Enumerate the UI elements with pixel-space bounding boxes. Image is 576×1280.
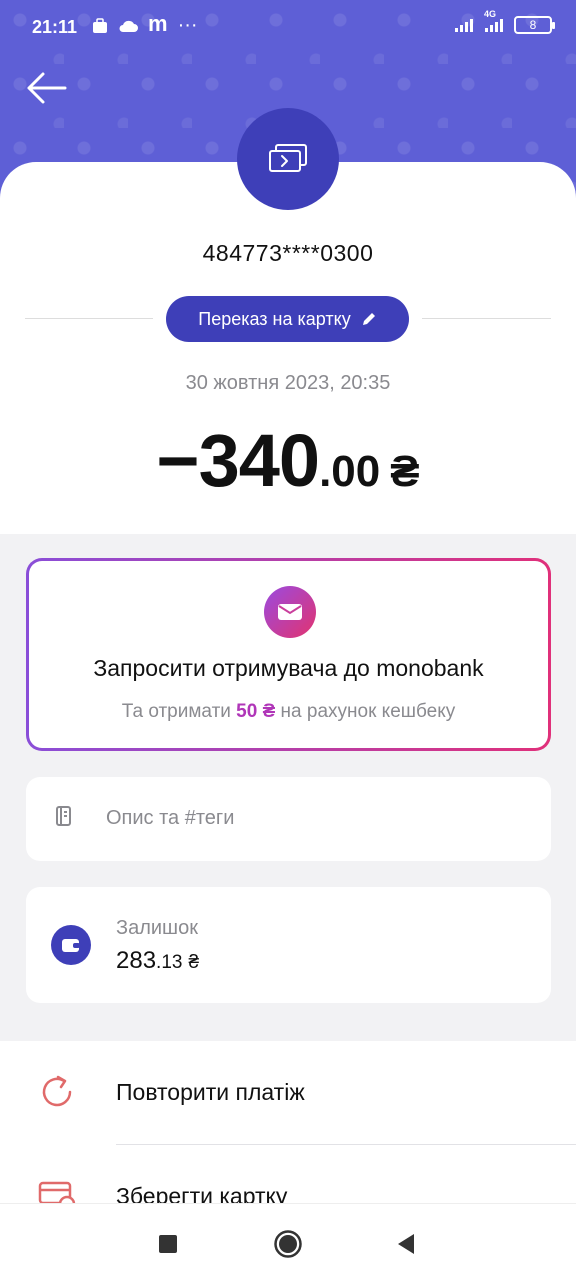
system-navigation-bar [0,1203,576,1280]
invite-card-inner: Запросити отримувача до monobank Та отри… [29,561,548,748]
monobank-status-icon: m [148,10,168,36]
save-card-label: Зберегти картку [116,1183,288,1203]
pencil-icon [362,313,375,325]
invite-sub-before: Та отримати [121,701,237,722]
balance-label: Залишок [116,917,198,939]
triangle-back-icon [398,1234,414,1254]
amount-decimal: .00 [319,447,381,496]
description-placeholder: Опис та #теги [106,807,235,829]
back-button[interactable] [22,66,70,110]
transaction-datetime: 30 жовтня 2023, 20:35 [185,372,391,394]
home-button[interactable] [270,1226,306,1262]
circle-icon [274,1230,302,1258]
card-transfer-icon [269,144,307,172]
save-card-icon [38,1181,76,1203]
arrow-left-icon [27,72,67,104]
amount-currency: ₴ [390,447,420,496]
repeat-payment-label: Повторити платіж [116,1079,305,1105]
battery-icon: 8 [514,16,555,34]
balance-currency: ₴ [188,952,200,973]
invite-subtitle: Та отримати 50 ₴ на рахунок кешбеку [29,701,548,723]
invite-title: Запросити отримувача до monobank [93,655,484,681]
recent-apps-button[interactable] [150,1226,186,1262]
envelope-icon [264,586,316,638]
invite-recipient-card[interactable]: Запросити отримувача до monobank Та отри… [26,558,551,751]
cloud-icon [118,19,138,33]
signal-icon [454,17,476,33]
network-type: 4G [484,9,497,19]
repeat-payment-action[interactable]: Повторити платіж [0,1041,576,1145]
divider-left [25,318,153,319]
balance-integer: 283 [116,947,157,974]
repeat-icon [42,1075,72,1107]
status-icons-left: m ··· [92,10,198,37]
category-label: Переказ на картку [198,308,351,329]
invite-cashback-amount: 50 ₴ [236,701,276,722]
invite-sub-after: на рахунок кешбеку [275,701,456,722]
recipient-card-number: 484773****0300 [202,240,374,266]
signal-4g-icon: 4G [484,9,506,33]
square-icon [159,1235,177,1253]
save-card-action[interactable]: Зберегти картку [0,1145,576,1203]
status-bar: 21:11 m ··· 4G 8 [0,0,576,56]
amount-integer: −340 [156,419,320,502]
battery-level: 8 [529,18,537,32]
balance-decimal: .13 [156,952,183,973]
back-nav-button[interactable] [388,1226,424,1262]
wallet-icon [51,925,91,965]
more-notifications-icon: ··· [177,14,198,36]
status-right: 4G 8 [454,9,555,34]
divider-right [422,318,551,319]
transfer-avatar [237,108,339,210]
status-time: 21:11 [32,17,78,37]
actions-list: Повторити платіж Зберегти картку [0,1041,576,1203]
briefcase-icon [92,17,108,34]
description-tags-field[interactable]: Опис та #теги [26,777,551,861]
balance-card: Залишок 283.13 ₴ [26,887,551,1003]
balance-value: 283.13 ₴ [116,947,199,975]
category-button[interactable]: Переказ на картку [166,296,409,342]
note-icon [56,806,71,826]
transaction-amount: −340.00 ₴ [0,418,576,503]
